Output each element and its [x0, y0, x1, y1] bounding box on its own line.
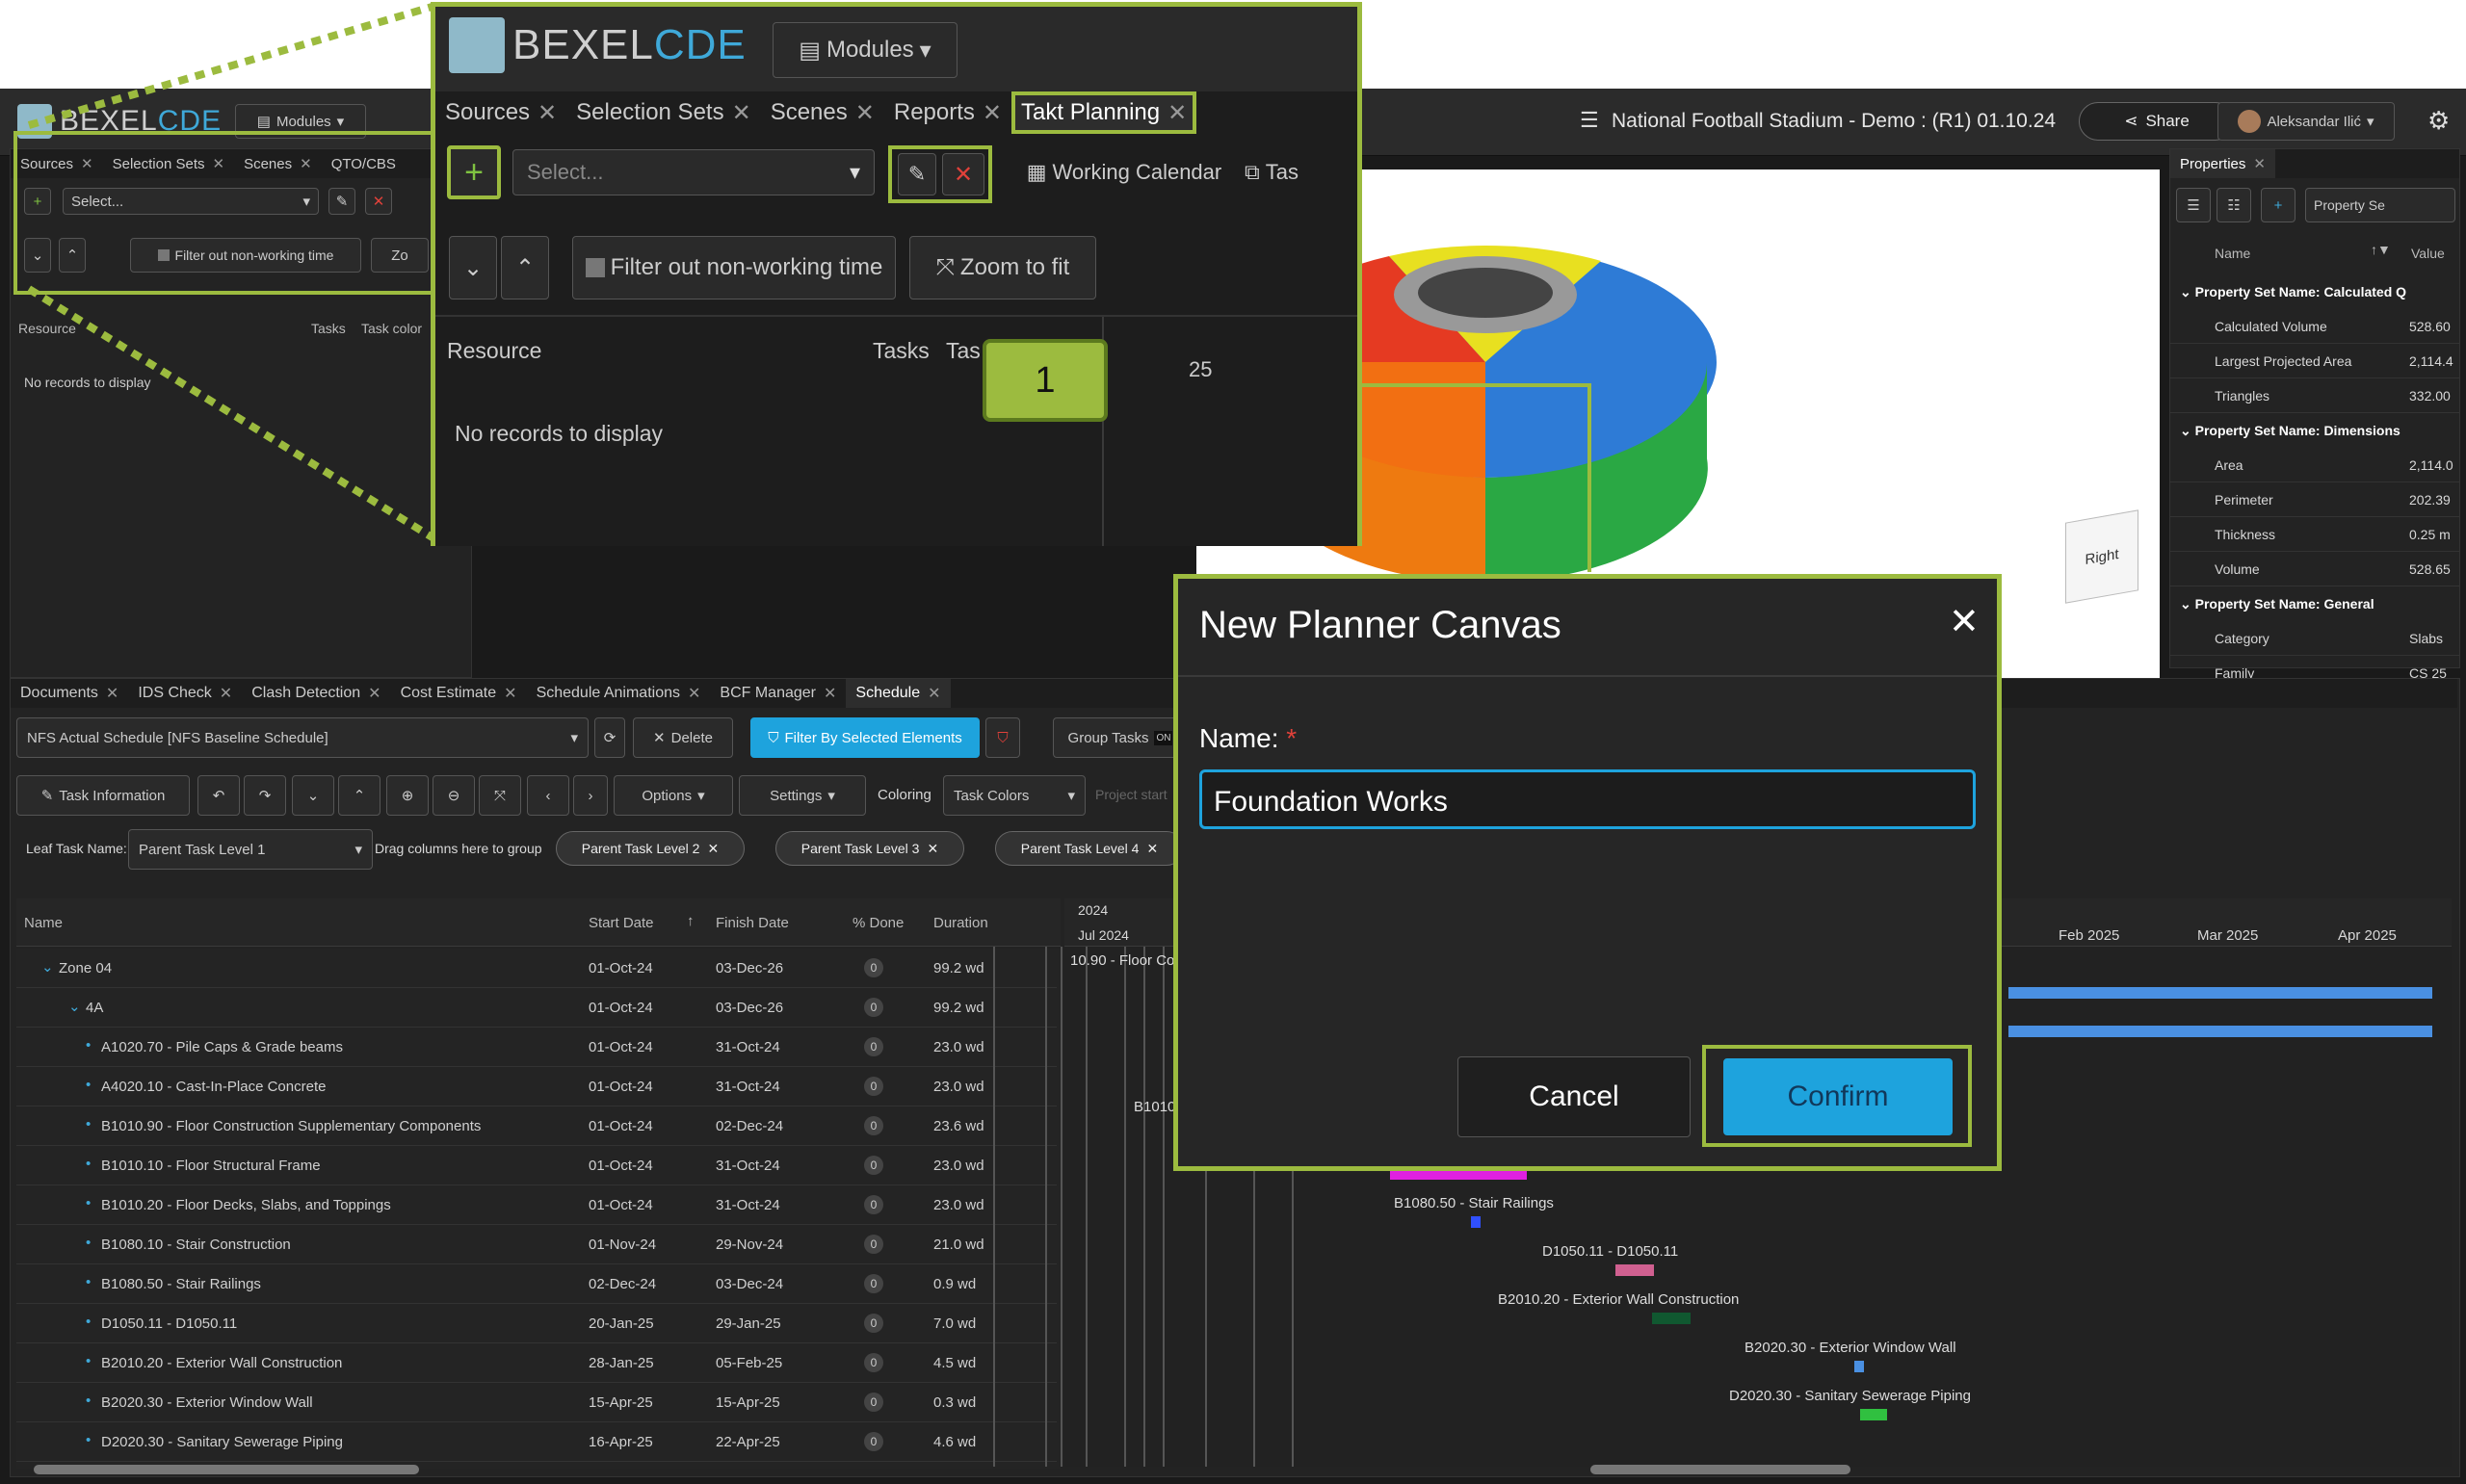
logo-text-cde: CDE [653, 21, 747, 68]
edit-button[interactable]: ✎ [898, 153, 936, 195]
close-icon[interactable]: ✕ [983, 99, 1002, 127]
canvas-select[interactable]: Select... ▾ [512, 149, 875, 195]
zoom-fit-icon: ⤧ [935, 254, 955, 280]
logo-text: BEXEL [512, 21, 654, 68]
tab-selection-sets[interactable]: Selection Sets ✕ [566, 91, 761, 134]
day-number: 25 [1189, 357, 1213, 381]
col-tas: Tas [946, 338, 981, 363]
tab-scenes[interactable]: Scenes ✕ [761, 91, 884, 134]
name-input[interactable]: Foundation Works [1199, 769, 1976, 829]
add-canvas-button[interactable]: + [447, 145, 501, 199]
name-label: Name: * [1199, 723, 1298, 753]
close-icon[interactable]: ✕ [538, 99, 557, 127]
close-icon[interactable]: ✕ [1167, 99, 1187, 127]
step-callout: 1 [983, 339, 1108, 422]
checkbox[interactable] [585, 258, 605, 277]
collapse-all-button[interactable]: ⌃ [501, 236, 549, 299]
col-resource: Resource [447, 338, 542, 363]
expand-all-button[interactable]: ⌄ [449, 236, 497, 299]
zoom-inset: BEXELCDE ▤ Modules ▾ Sources ✕ Selection Se… [431, 2, 1362, 546]
required-marker: * [1286, 723, 1298, 753]
tab-reports[interactable]: Reports ✕ [884, 91, 1011, 134]
inset-tabs: Sources ✕ Selection Sets ✕ Scenes ✕ Reports… [435, 91, 1357, 134]
filter-non-working-toggle[interactable]: Filter out non-working time [572, 236, 896, 299]
empty-message: No records to display [455, 421, 664, 446]
caret-down-icon: ▾ [849, 160, 860, 184]
close-icon[interactable]: ✕ [1949, 600, 1980, 643]
confirm-button[interactable]: Confirm [1723, 1058, 1953, 1135]
tab-sources[interactable]: Sources ✕ [435, 91, 566, 134]
close-icon[interactable]: ✕ [732, 99, 751, 127]
zoom-to-fit-button[interactable]: ⤧ Zoom to fit [909, 236, 1096, 299]
tas-button[interactable]: ⧉ Tas [1245, 149, 1351, 195]
logo-mark-icon [449, 17, 505, 73]
highlight-box [13, 131, 437, 295]
dialog-title: New Planner Canvas [1199, 604, 1561, 646]
modules-button[interactable]: ▤ Modules ▾ [773, 22, 958, 78]
tab-takt-planning[interactable]: Takt Planning ✕ [1011, 91, 1197, 134]
calendar-icon: ▦ [1026, 160, 1047, 184]
working-calendar-button[interactable]: ▦ Working Calendar [1013, 149, 1235, 195]
cancel-button[interactable]: Cancel [1457, 1056, 1691, 1137]
col-tasks: Tasks [873, 338, 930, 363]
app-logo: BEXELCDE [449, 17, 747, 73]
delete-button[interactable]: ✕ [942, 153, 984, 195]
close-icon[interactable]: ✕ [855, 99, 875, 127]
new-planner-canvas-dialog: New Planner Canvas ✕ Name: * Foundation … [1173, 574, 2002, 1171]
